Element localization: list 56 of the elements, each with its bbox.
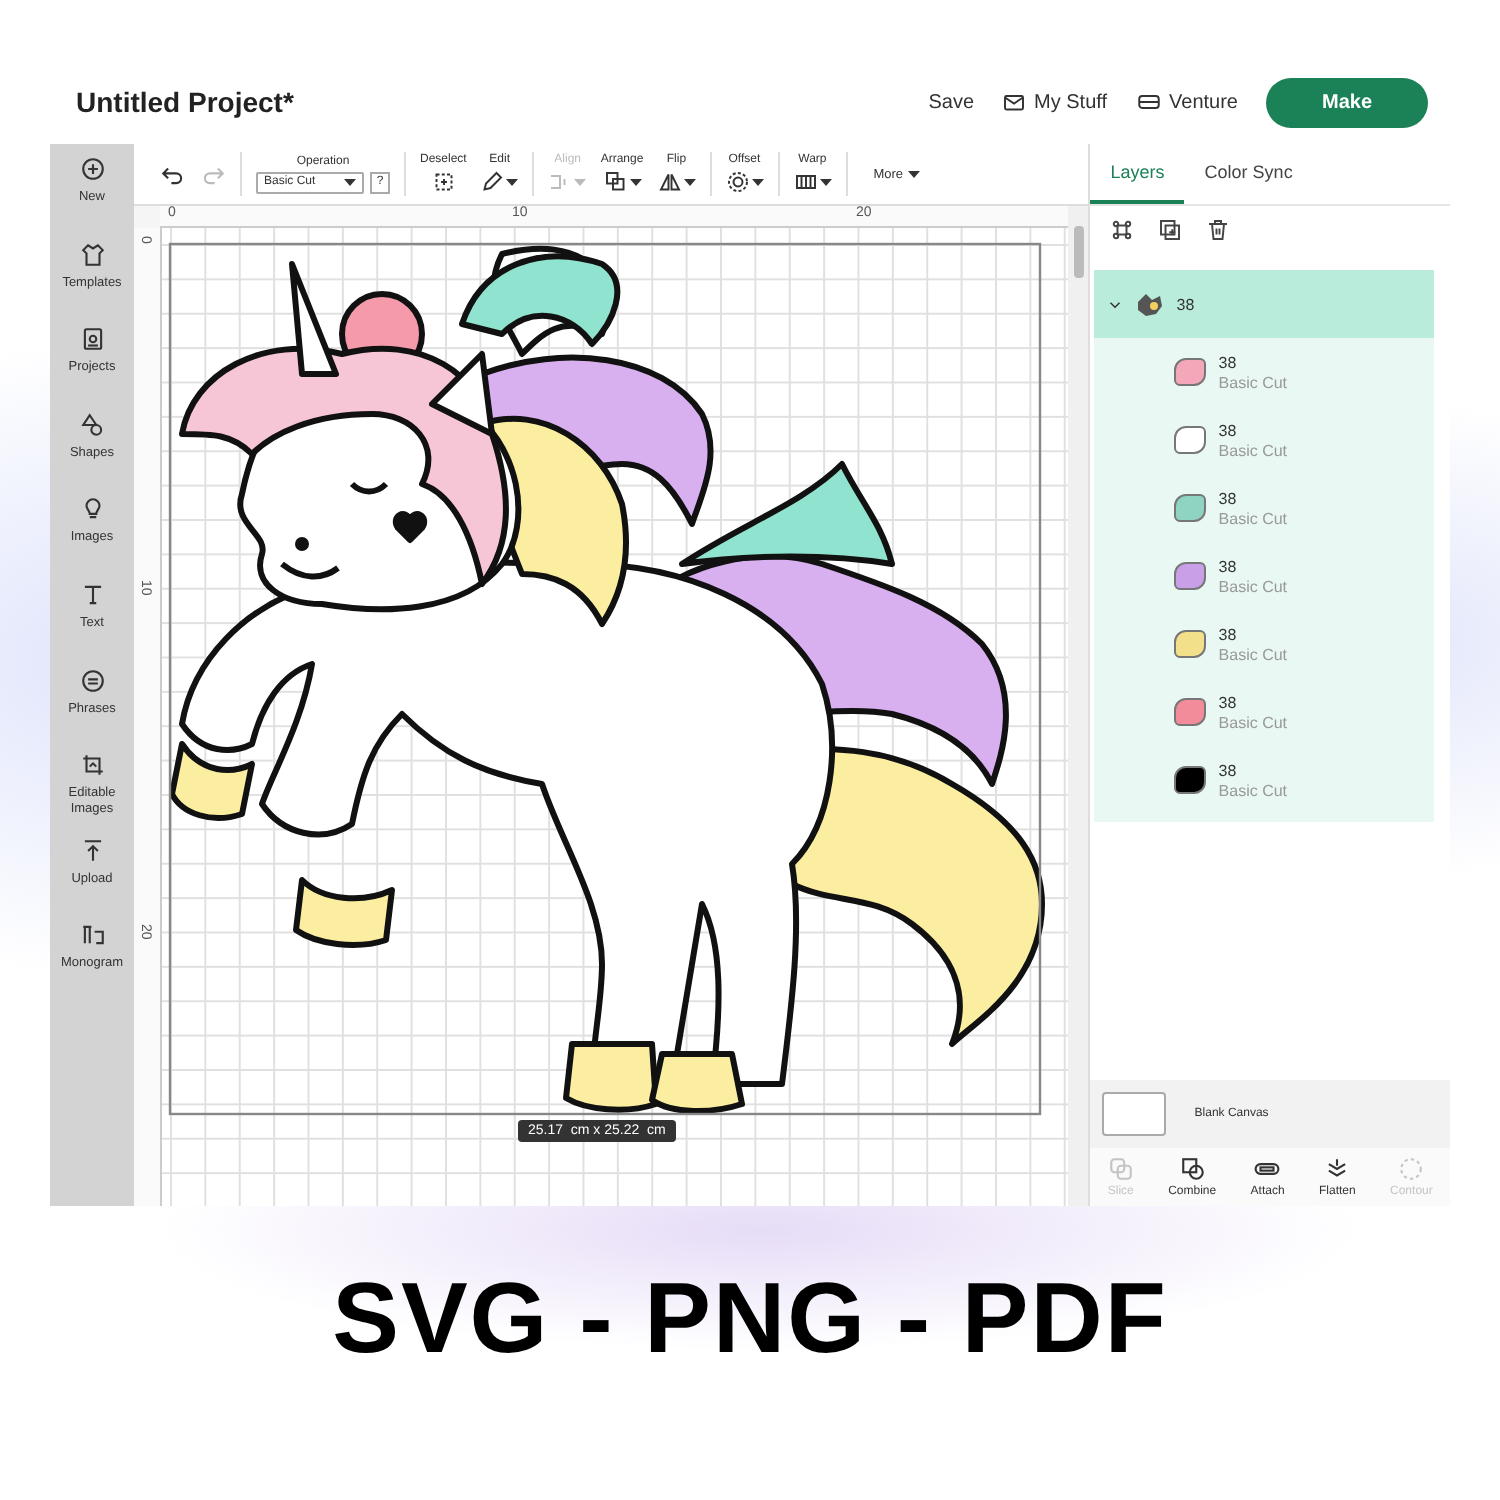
- caret-icon: [819, 176, 832, 188]
- text-icon: [79, 581, 105, 608]
- lightbulb-icon: [79, 496, 105, 523]
- caret-icon: [574, 176, 587, 188]
- header-link[interactable]: Venture: [1135, 90, 1238, 114]
- shirt-icon: [79, 241, 105, 268]
- layer-item[interactable]: 38 Basic Cut: [1218, 353, 1288, 391]
- layer-item[interactable]: 38 Basic Cut: [1218, 693, 1288, 731]
- dashed-circle-icon: [1398, 1156, 1425, 1182]
- blank-canvas-swatch[interactable]: [1102, 1092, 1167, 1136]
- header-link[interactable]: My Stuff: [1002, 90, 1108, 114]
- project-title: Untitled Project*: [76, 86, 296, 118]
- inbox-icon: [1002, 90, 1027, 114]
- caret-icon: [344, 176, 356, 188]
- monogram-icon: [79, 922, 105, 949]
- square-circle-icon: [1179, 1156, 1206, 1182]
- caret-icon: [506, 176, 519, 188]
- caret-icon: [907, 168, 920, 180]
- panel-tab[interactable]: Color Sync: [1184, 144, 1313, 204]
- panel-tab[interactable]: Layers: [1090, 144, 1185, 204]
- tool-button[interactable]: [657, 170, 696, 194]
- dashed-square-icon: [431, 170, 456, 194]
- pencil-icon: [480, 170, 505, 194]
- layer-item[interactable]: 38 Basic Cut: [1218, 761, 1288, 799]
- layer-item[interactable]: 38 Basic Cut: [1218, 489, 1288, 527]
- caret-icon: [751, 176, 764, 188]
- dashed-circle-icon: [725, 170, 750, 194]
- mirror-icon: [657, 170, 682, 194]
- crop-icon: [79, 752, 105, 779]
- grid-icon: [793, 170, 818, 194]
- layer-group-row[interactable]: 38: [1094, 270, 1434, 338]
- caret-icon: [683, 176, 696, 188]
- scrollbar-thumb[interactable]: [1073, 226, 1084, 278]
- speech-bubble-icon: [79, 667, 105, 694]
- layer-item[interactable]: 38 Basic Cut: [1218, 557, 1288, 595]
- layer-thumbnail: [1134, 290, 1167, 318]
- shapes-icon: [79, 411, 105, 438]
- group-icon[interactable]: [1110, 218, 1135, 242]
- layer-item[interactable]: 38 Basic Cut: [1218, 625, 1288, 663]
- duplicate-icon[interactable]: [1158, 218, 1183, 242]
- tool-button[interactable]: [480, 170, 519, 194]
- overlap-squares-icon: [1107, 1156, 1134, 1182]
- clipboard-icon: [79, 326, 105, 353]
- caret-icon: [629, 176, 642, 188]
- tool-button[interactable]: [725, 170, 764, 194]
- make-button[interactable]: Make: [1266, 77, 1428, 127]
- trash-icon[interactable]: [1206, 218, 1231, 242]
- header-link[interactable]: Save: [928, 91, 975, 113]
- tool-button[interactable]: [431, 170, 456, 194]
- layers-icon: [603, 170, 628, 194]
- upload-icon: [79, 837, 105, 864]
- tool-button[interactable]: [793, 170, 832, 194]
- format-heading: SVG - PNG - PDF: [332, 1260, 1168, 1376]
- tool-button[interactable]: [603, 170, 642, 194]
- plus-circle-icon: [79, 156, 105, 182]
- layer-item[interactable]: 38 Basic Cut: [1218, 421, 1288, 459]
